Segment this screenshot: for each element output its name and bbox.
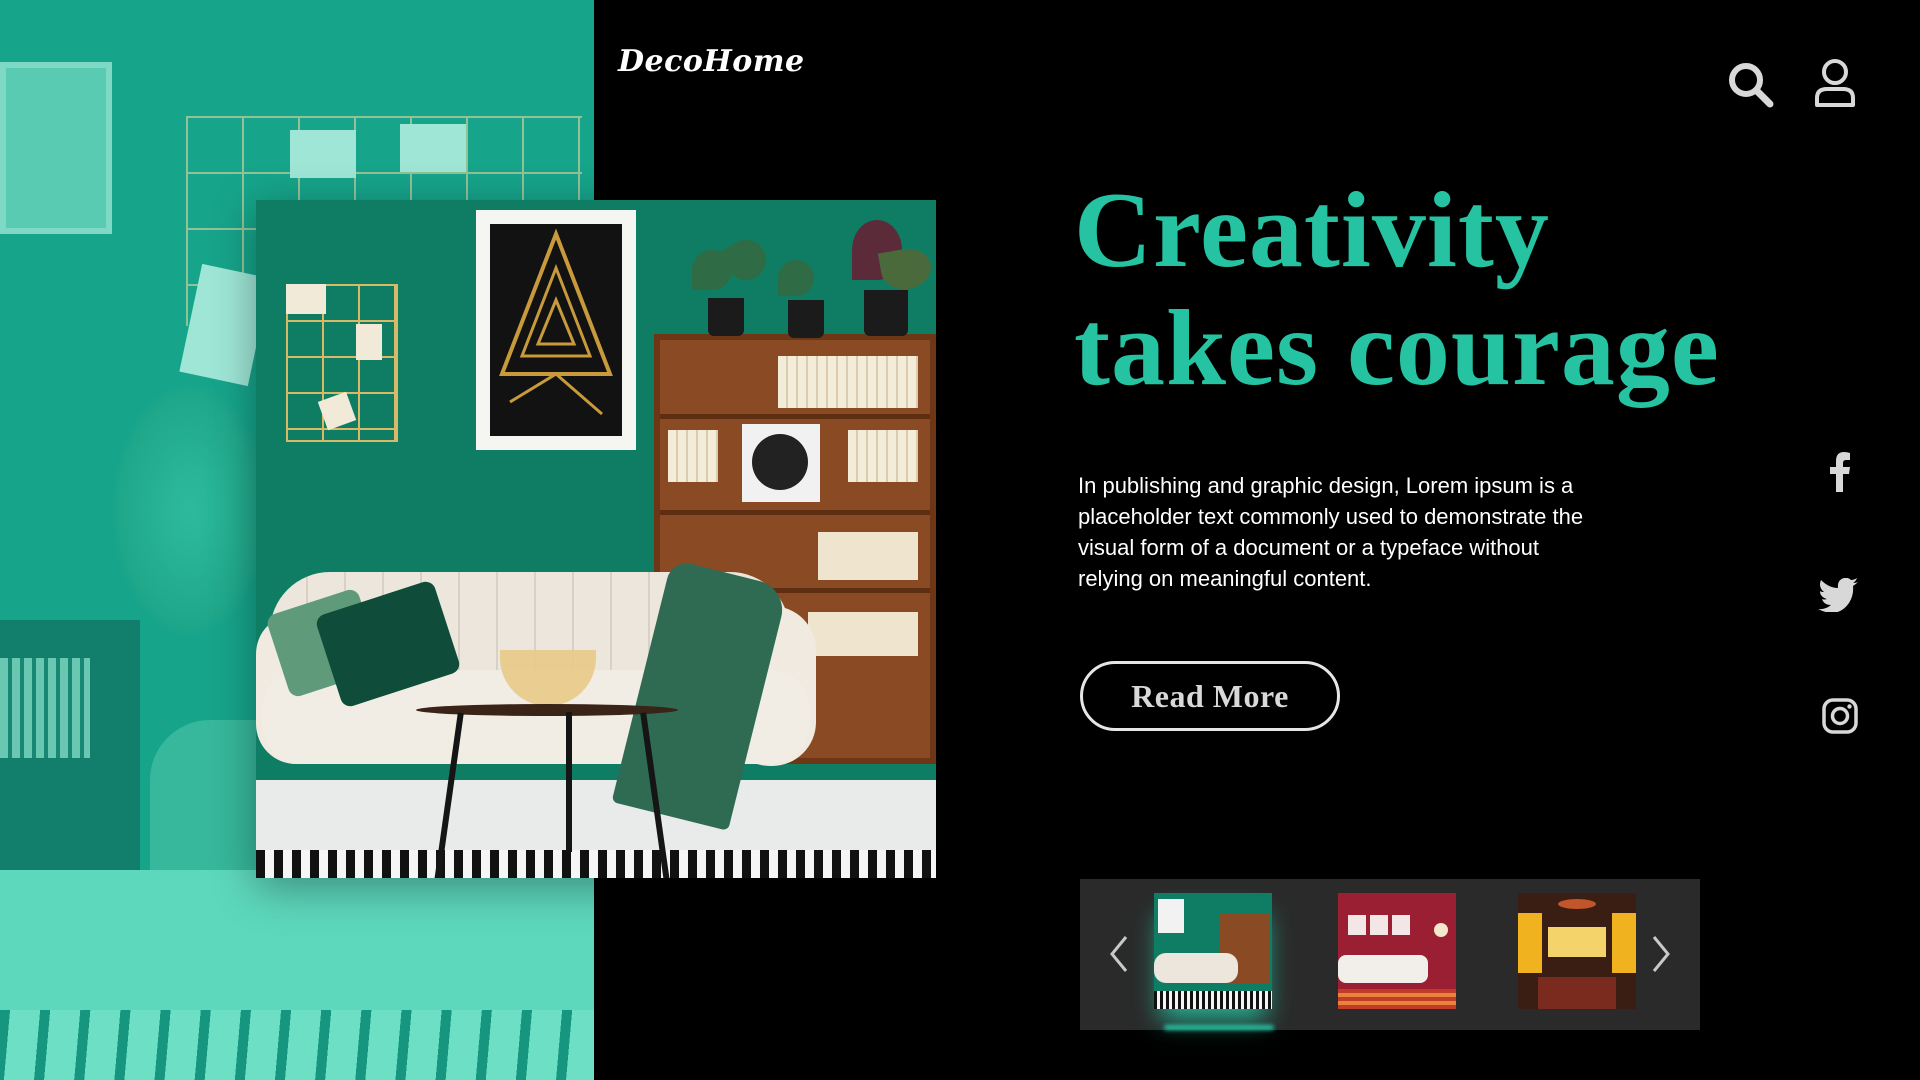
plant-pot [788,300,824,338]
bg-plant [110,380,270,640]
active-thumbnail-indicator [1164,1025,1274,1030]
poster-triangle-art [499,228,613,416]
plant-leaf [778,260,814,296]
bg-books [0,658,90,758]
read-more-button[interactable]: Read More [1080,661,1340,731]
twitter-icon[interactable] [1818,577,1858,616]
thumbnail-carousel [1080,879,1700,1030]
chevron-left-icon[interactable] [1104,929,1134,979]
plant-pot [708,298,744,336]
wall-card [356,324,382,360]
hero-image [256,200,936,878]
plant-leaf [877,244,935,294]
thumbnail-red-living-room[interactable] [1338,893,1456,1009]
bg-wall-frame [0,62,112,234]
user-icon[interactable] [1814,58,1856,108]
facebook-icon[interactable] [1826,452,1852,496]
bg-note [290,130,356,178]
bg-note [400,124,466,172]
chevron-right-icon[interactable] [1646,929,1676,979]
bg-rug [0,1010,594,1080]
coffee-table [416,704,678,716]
thumbnail-yellow-restaurant[interactable] [1518,893,1636,1009]
search-icon[interactable] [1726,60,1774,108]
instagram-icon[interactable] [1822,698,1858,738]
headline-line-1: Creativity [1074,171,1550,290]
wall-card [286,284,326,314]
headline-line-2: takes courage [1074,289,1720,408]
brand-logo[interactable]: DecoHome [618,44,805,79]
hero-description: In publishing and graphic design, Lorem … [1078,473,1584,591]
thumbnail-green-living-room[interactable] [1154,893,1272,1009]
hero-headline: Creativity takes courage [1074,172,1834,408]
wall-poster [476,210,636,450]
table-leg [566,712,572,852]
plant-pot [864,290,908,336]
striped-rug [256,850,936,878]
